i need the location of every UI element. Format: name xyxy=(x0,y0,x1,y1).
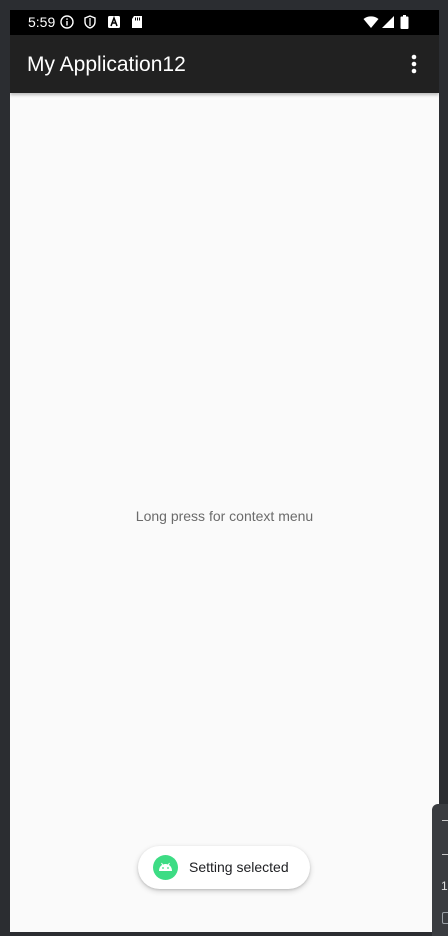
shield-icon xyxy=(84,15,96,29)
side-divider xyxy=(442,854,448,855)
sd-card-icon xyxy=(132,16,142,28)
side-panel-number: 1 xyxy=(441,879,448,893)
a-badge-icon xyxy=(108,15,120,28)
android-icon xyxy=(153,855,178,880)
device-screen: 5:59 My Application12 Long press for con… xyxy=(10,10,439,932)
info-icon xyxy=(60,15,74,29)
wifi-icon xyxy=(363,16,379,28)
context-menu-hint[interactable]: Long press for context menu xyxy=(10,508,439,524)
battery-icon xyxy=(400,15,409,29)
app-bar: My Application12 xyxy=(10,35,439,93)
more-vert-icon[interactable] xyxy=(402,51,426,77)
toast: Setting selected xyxy=(138,846,310,889)
emulator-frame: 5:59 My Application12 Long press for con… xyxy=(0,0,448,936)
toast-message: Setting selected xyxy=(189,859,289,875)
side-panel-box-icon[interactable] xyxy=(442,912,448,924)
status-time: 5:59 xyxy=(28,14,56,30)
app-title: My Application12 xyxy=(27,53,186,76)
signal-icon xyxy=(382,16,394,28)
emulator-side-panel[interactable]: 1 xyxy=(432,804,448,936)
side-divider xyxy=(442,820,448,821)
status-bar: 5:59 xyxy=(10,10,439,35)
